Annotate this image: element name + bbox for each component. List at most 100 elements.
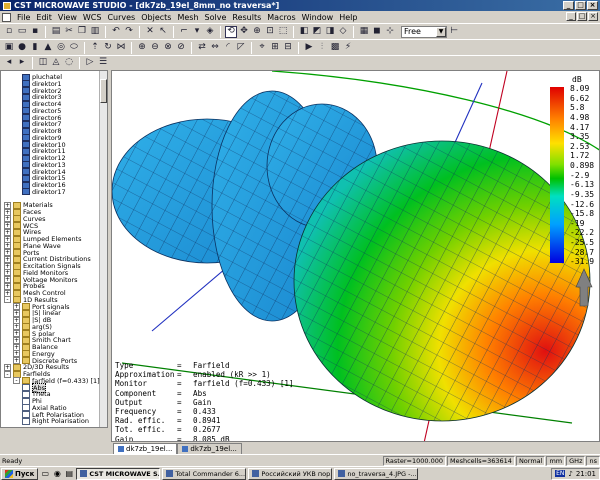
extrude-icon[interactable]: ⇡	[89, 42, 101, 54]
menu-help[interactable]: Help	[336, 13, 360, 22]
undo-icon[interactable]: ↶	[110, 26, 122, 38]
brick-icon[interactable]: ▣	[3, 42, 15, 54]
menu-view[interactable]: View	[55, 13, 80, 22]
ecylinder-icon[interactable]: ⬭	[68, 42, 80, 54]
solid-shape-icon	[22, 188, 30, 196]
align-icon[interactable]: ⇔	[209, 42, 221, 54]
plot-2d-icon[interactable]: ◫	[37, 57, 49, 69]
menu-objects[interactable]: Objects	[138, 13, 174, 22]
animate-icon[interactable]: ▷	[84, 57, 96, 69]
discrete-port-icon[interactable]: ⫶	[316, 42, 328, 54]
rotate-shape-icon[interactable]: ↻	[102, 42, 114, 54]
task-cst[interactable]: CST MICROWAVE S...	[76, 467, 161, 480]
plot-3d-icon[interactable]: ◬	[50, 57, 62, 69]
minimize-button[interactable]: _	[563, 1, 574, 10]
cylinder-icon[interactable]: ▮	[29, 42, 41, 54]
new-icon[interactable]: ▫	[3, 26, 15, 38]
menu-window[interactable]: Window	[299, 13, 337, 22]
collapse-icon[interactable]: -	[4, 296, 11, 304]
rotate-icon[interactable]: ⟲	[225, 25, 237, 38]
zoom-icon[interactable]: ⊕	[251, 26, 263, 38]
select-edge-icon[interactable]: ⌐	[178, 26, 190, 38]
task-image-viewer[interactable]: no_traversa_4.JPG -...	[334, 467, 419, 480]
zoom-fit-icon[interactable]: ⊡	[264, 26, 276, 38]
top-view-icon[interactable]: ◩	[311, 26, 323, 38]
wireframe-icon[interactable]: ▦	[358, 26, 370, 38]
menu-macros[interactable]: Macros	[264, 13, 298, 22]
plot-polar-icon[interactable]: ◌	[63, 57, 75, 69]
start-button[interactable]: Пуск	[1, 467, 39, 480]
menu-wcs[interactable]: WCS	[80, 13, 105, 22]
pick-icon[interactable]: ↖	[157, 26, 169, 38]
menu-edit[interactable]: Edit	[33, 13, 55, 22]
cut-icon[interactable]: ✂	[63, 26, 75, 38]
task-browser[interactable]: Российский УКВ пор...	[248, 467, 333, 480]
view-mode-select[interactable]: Free ▼	[401, 25, 447, 38]
browser-icon[interactable]: ◉	[52, 469, 62, 479]
menu-file[interactable]: File	[14, 13, 33, 22]
open-icon[interactable]: ▭	[16, 26, 28, 38]
wcs-move-icon[interactable]: ⊟	[282, 42, 294, 54]
desktop-icon[interactable]: ▭	[40, 469, 50, 479]
document-tab-2[interactable]: dk7zb_19el...	[177, 443, 242, 454]
tree-item[interactable]: direktor17	[22, 188, 66, 196]
collapse-icon[interactable]: -	[13, 377, 20, 385]
print-icon[interactable]: ▤	[50, 26, 62, 38]
copy-icon[interactable]: ❐	[76, 26, 88, 38]
navigation-tree[interactable]: pluchatel direktor1 direktor2 direktor3 dire…	[0, 70, 108, 428]
scrollbar-thumb[interactable]	[100, 79, 107, 103]
explorer-icon[interactable]: ▤	[64, 469, 74, 479]
result-next-icon[interactable]: ▸	[16, 57, 28, 69]
doc-minimize-button[interactable]: _	[566, 12, 576, 21]
close-button[interactable]: ×	[587, 1, 598, 10]
tree-scrollbar[interactable]	[99, 71, 107, 427]
select-face-icon[interactable]: ◈	[204, 26, 216, 38]
save-icon[interactable]: ▪	[29, 26, 41, 38]
axes-icon[interactable]: ⊹	[384, 26, 396, 38]
menu-results[interactable]: Results	[229, 13, 264, 22]
boolean-subtract-icon[interactable]: ⊖	[149, 42, 161, 54]
torus-icon[interactable]: ◎	[55, 42, 67, 54]
collapse-icon[interactable]: -	[4, 370, 11, 378]
boolean-insert-icon[interactable]: ⊘	[175, 42, 187, 54]
wcs-align-icon[interactable]: ⊞	[269, 42, 281, 54]
transform-icon[interactable]: ⇄	[196, 42, 208, 54]
language-indicator[interactable]: EN	[555, 470, 566, 477]
boolean-add-icon[interactable]: ⊕	[136, 42, 148, 54]
mesh-icon[interactable]: ▩	[329, 42, 341, 54]
chevron-down-icon[interactable]: ▼	[436, 26, 446, 37]
redo-icon[interactable]: ↷	[123, 26, 135, 38]
blend-icon[interactable]: ◜	[222, 42, 234, 54]
speaker-icon[interactable]: ♪	[568, 470, 572, 478]
solver-icon[interactable]: ⚡	[342, 42, 354, 54]
cone-icon[interactable]: ▲	[42, 42, 54, 54]
chamfer-icon[interactable]: ◸	[235, 42, 247, 54]
boolean-intersect-icon[interactable]: ⊗	[162, 42, 174, 54]
menu-mesh[interactable]: Mesh	[174, 13, 201, 22]
pan-icon[interactable]: ✥	[238, 26, 250, 38]
plot-properties-icon[interactable]: ☰	[97, 57, 109, 69]
iso-view-icon[interactable]: ◇	[337, 26, 349, 38]
select-point-icon[interactable]: ▾	[191, 26, 203, 38]
port-icon[interactable]: ▶	[303, 42, 315, 54]
delete-icon[interactable]: ✕	[144, 26, 156, 38]
paste-icon[interactable]: ▥	[89, 26, 101, 38]
result-prev-icon[interactable]: ◂	[3, 57, 15, 69]
doc-restore-button[interactable]: □	[577, 12, 587, 21]
side-view-icon[interactable]: ◨	[324, 26, 336, 38]
shade-icon[interactable]: ◼	[371, 26, 383, 38]
menu-solve[interactable]: Solve	[202, 13, 230, 22]
maximize-button[interactable]: □	[575, 1, 586, 10]
front-view-icon[interactable]: ◧	[298, 26, 310, 38]
menu-curves[interactable]: Curves	[104, 13, 138, 22]
farfield-3d-view[interactable]: dB 8.09 6.62 5.8 4.98 4.17 3.35 2.53 1.72 0.898-…	[111, 70, 600, 442]
zoom-window-icon[interactable]: ⬚	[277, 26, 289, 38]
document-tab-1[interactable]: dk7zb_19el...	[113, 443, 178, 454]
ruler-icon[interactable]: ⊢	[448, 26, 460, 38]
wcs-icon[interactable]: ⌖	[256, 42, 268, 54]
loft-icon[interactable]: ⋈	[115, 42, 127, 54]
doc-close-button[interactable]: ×	[588, 12, 598, 21]
tree-item[interactable]: Right Polarisation	[22, 417, 89, 425]
sphere-icon[interactable]: ●	[16, 42, 28, 54]
task-total-commander[interactable]: Total Commander 6....	[162, 467, 247, 480]
